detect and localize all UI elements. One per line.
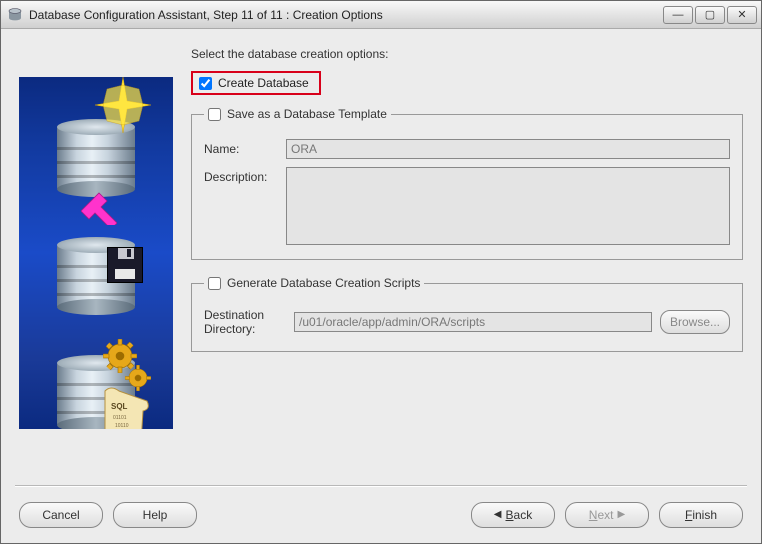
close-button[interactable]: ✕ bbox=[727, 6, 757, 24]
window: Database Configuration Assistant, Step 1… bbox=[0, 0, 762, 544]
finish-label: F bbox=[685, 508, 692, 522]
chevron-left-icon: ◀ bbox=[494, 510, 502, 520]
template-desc-label: Description: bbox=[204, 167, 286, 184]
destination-input[interactable] bbox=[294, 312, 652, 332]
create-database-option[interactable]: Create Database bbox=[191, 71, 321, 95]
destination-label: Destination Directory: bbox=[204, 308, 286, 337]
svg-text:10110: 10110 bbox=[115, 423, 129, 429]
generate-scripts-legend[interactable]: Generate Database Creation Scripts bbox=[204, 276, 424, 290]
save-template-legend[interactable]: Save as a Database Template bbox=[204, 107, 391, 121]
template-desc-input[interactable] bbox=[286, 167, 730, 245]
sql-scroll-icon: SQL 01101 10110 0101 bbox=[101, 387, 151, 429]
maximize-button[interactable]: ▢ bbox=[695, 6, 725, 24]
svg-text:SQL: SQL bbox=[111, 402, 128, 411]
create-database-checkbox[interactable] bbox=[199, 77, 212, 90]
template-name-input[interactable] bbox=[286, 139, 730, 159]
generate-scripts-checkbox[interactable] bbox=[208, 277, 221, 290]
next-label: N bbox=[589, 508, 598, 522]
star-icon bbox=[95, 77, 151, 133]
window-title: Database Configuration Assistant, Step 1… bbox=[29, 8, 663, 22]
titlebar[interactable]: Database Configuration Assistant, Step 1… bbox=[1, 1, 761, 29]
template-name-label: Name: bbox=[204, 139, 286, 156]
browse-button[interactable]: Browse... bbox=[660, 310, 730, 334]
create-database-label: Create Database bbox=[218, 76, 309, 90]
minimize-button[interactable]: — bbox=[663, 6, 693, 24]
wizard-banner: SQL 01101 10110 0101 bbox=[19, 77, 173, 429]
save-template-group: Save as a Database Template Name: Descri… bbox=[191, 107, 743, 260]
cancel-button[interactable]: Cancel bbox=[19, 502, 103, 528]
finish-button[interactable]: Finish bbox=[659, 502, 743, 528]
next-button[interactable]: Next ▶ bbox=[565, 502, 649, 528]
instruction-text: Select the database creation options: bbox=[191, 47, 743, 61]
save-template-label: Save as a Database Template bbox=[227, 107, 387, 121]
back-label: B bbox=[506, 508, 514, 522]
help-button[interactable]: Help bbox=[113, 502, 197, 528]
save-template-checkbox[interactable] bbox=[208, 108, 221, 121]
app-icon bbox=[7, 7, 23, 23]
back-button[interactable]: ◀ Back bbox=[471, 502, 555, 528]
footer: Cancel Help ◀ Back Next ▶ Finish bbox=[1, 487, 761, 543]
chevron-right-icon: ▶ bbox=[617, 510, 625, 520]
arrow-icon bbox=[81, 189, 117, 225]
generate-scripts-group: Generate Database Creation Scripts Desti… bbox=[191, 276, 743, 352]
floppy-icon bbox=[107, 247, 143, 283]
generate-scripts-label: Generate Database Creation Scripts bbox=[227, 276, 420, 290]
svg-text:01101: 01101 bbox=[113, 415, 127, 421]
